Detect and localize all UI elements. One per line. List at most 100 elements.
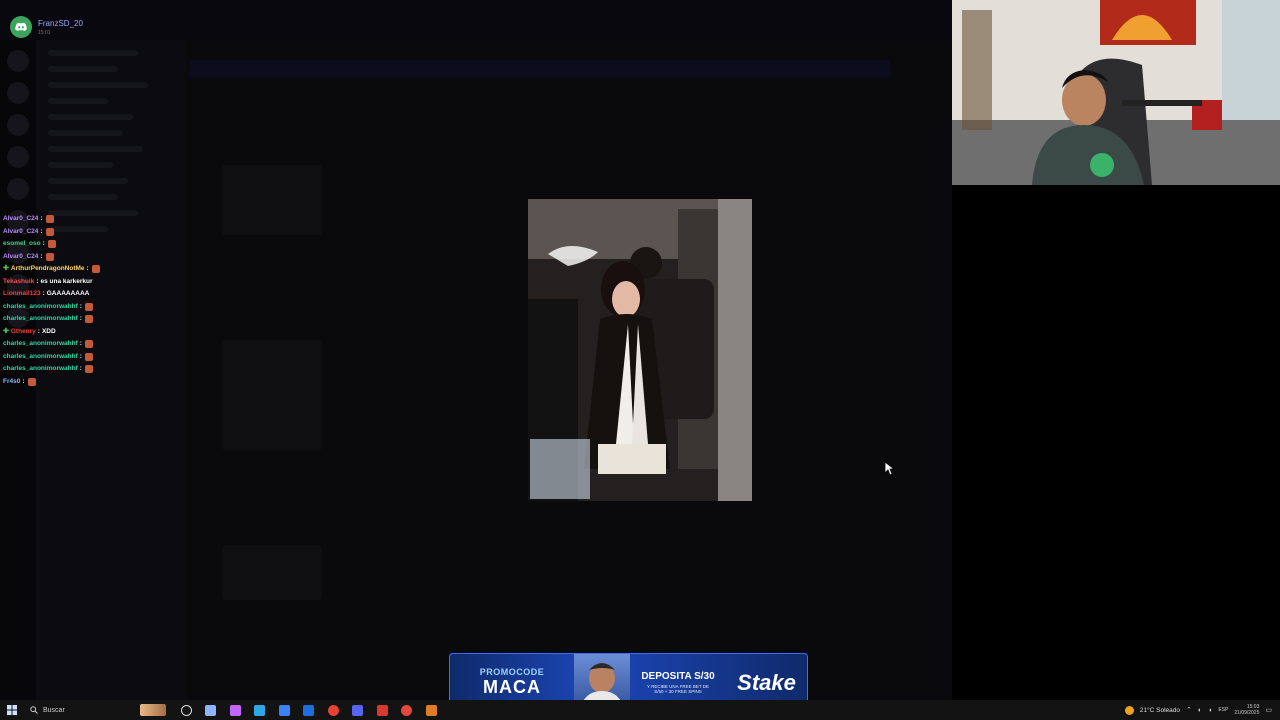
network-icon[interactable]: ◐ [1198,707,1202,714]
chat-emote-icon [45,252,54,261]
discord-icon-glyph [352,704,364,716]
discord-icon [10,16,32,38]
stake-logo: Stake [737,669,796,695]
chat-message: charles_anonimorwahhf: [3,313,183,326]
store-icon-glyph [278,704,290,716]
deposit-subtitle-2: S/50 + 30 FREE SPINS [654,689,702,694]
chat-separator: : [42,240,45,247]
chat-username: Gthenry [10,327,36,335]
taskbar-pinned-apps [174,700,444,720]
notification-icon[interactable]: ▭ [1265,706,1272,714]
copilot-icon[interactable] [223,700,248,720]
chat-username: charles_anonimorwahhf [3,315,78,322]
start-button[interactable] [0,700,24,720]
app-circle-icon[interactable] [395,700,420,720]
promo-code: MACA [483,677,541,697]
deposit-title: DEPOSITA S/30 [641,671,715,682]
search-placeholder: Buscar [43,706,65,714]
chat-separator: : [79,365,82,372]
circle-icon[interactable] [174,700,199,720]
task-view-icon-glyph [205,704,217,716]
chat-separator: : [22,377,25,385]
circle-icon-glyph [180,704,192,716]
chat-emote-icon [84,340,93,349]
copilot-icon-glyph [229,704,241,716]
app-red-icon[interactable] [370,700,395,720]
chat-separator: : [42,290,45,297]
chevron-up-icon[interactable]: ⌃ [1186,706,1192,714]
edge-icon[interactable] [248,700,273,720]
chat-separator: : [40,215,43,222]
chat-username: esomel_oso [3,240,41,247]
outlook-icon[interactable] [297,700,322,720]
discord-notification[interactable]: FranzSD_20 15:01 [10,16,83,38]
chat-message: esomel_oso: [3,238,183,251]
message-image [222,545,322,600]
chat-message: Tekashuik: es una karkerkur [3,276,183,289]
edge-icon-glyph [254,704,266,716]
outlook-icon-glyph [303,704,315,716]
chat-separator: : [40,252,43,260]
center-photo [528,199,752,501]
chat-separator: : [79,315,82,322]
task-view-icon[interactable] [199,700,224,720]
chrome-icon-glyph [327,704,339,716]
chat-separator: : [79,302,82,310]
chat-emote-icon [45,227,54,236]
system-tray: 21°C Soleado ⌃ ◐ ◖ ESP 15:03 21/09/2025 … [1124,700,1280,720]
chat-separator: : [40,227,43,235]
search-icon [30,706,38,714]
obs-icon[interactable] [419,700,444,720]
chat-text: es una karkerkur [40,277,93,285]
stream-chat-overlay: Alvar0_C24: Alvar0_C24: esomel_oso: Alvar0_… [3,213,183,388]
chat-emote-icon [47,240,56,249]
chat-message: ✚ ArthurPendragonNotMe: [3,263,183,276]
clock[interactable]: 15:03 21/09/2025 [1234,704,1259,716]
notification-username: FranzSD_20 [38,18,83,28]
chat-message: charles_anonimorwahhf: [3,363,183,376]
weather-text[interactable]: 21°C Soleado [1140,707,1180,714]
chat-message: charles_anonimorwahhf: [3,351,183,364]
chat-username: charles_anonimorwahhf [3,365,78,372]
chat-username: ArthurPendragonNotMe [10,265,85,272]
taskbar-search[interactable]: Buscar [24,700,174,720]
message-image [222,165,322,235]
windows-icon [7,705,17,715]
discord-icon[interactable] [346,700,371,720]
chat-emote-icon [27,377,36,386]
chrome-icon[interactable] [321,700,346,720]
windows-taskbar: Buscar 21°C Soleado ⌃ ◐ ◖ ESP 15:03 21/0… [0,700,1280,720]
chat-message: Alvar0_C24: [3,226,183,239]
promo-label: PROMOCODE [479,667,545,677]
discord-notice-strip [190,60,890,78]
message-image [222,340,322,450]
speaker-icon[interactable]: ◖ [1208,707,1212,714]
chat-message: ✚ Gthenry: XDD [3,326,183,339]
obs-icon-glyph [425,704,437,716]
chat-separator: : [37,327,40,335]
chat-message: charles_anonimorwahhf: [3,301,183,314]
weather-icon[interactable] [1124,705,1134,715]
chat-emote-icon [84,315,93,324]
chat-username: Alvar0_C24 [3,215,39,222]
store-icon[interactable] [272,700,297,720]
streamer-webcam [952,0,1280,185]
chat-badge-icon: ✚ [3,327,9,335]
chat-username: charles_anonimorwahhf [3,302,78,310]
mouse-cursor-icon [884,461,896,476]
language-indicator[interactable]: ESP [1218,707,1228,713]
chat-username: Tekashuik [3,277,35,285]
chat-message: Alvar0_C24: [3,251,183,264]
chat-text: GAAAAAAAA [46,290,90,297]
chat-message: charles_anonimorwahhf: [3,338,183,351]
chat-separator: : [79,352,82,360]
chat-username: charles_anonimorwahhf [3,352,78,360]
chat-username: Lionmail123 [3,290,41,297]
notification-time: 15:01 [38,29,51,36]
chat-separator: : [36,277,39,285]
chat-username: Alvar0_C24 [3,252,39,260]
chat-emote-icon [84,302,93,311]
app-red-icon-glyph [376,704,388,716]
chat-username: charles_anonimorwahhf [3,340,78,347]
chat-emote-icon [45,215,54,224]
